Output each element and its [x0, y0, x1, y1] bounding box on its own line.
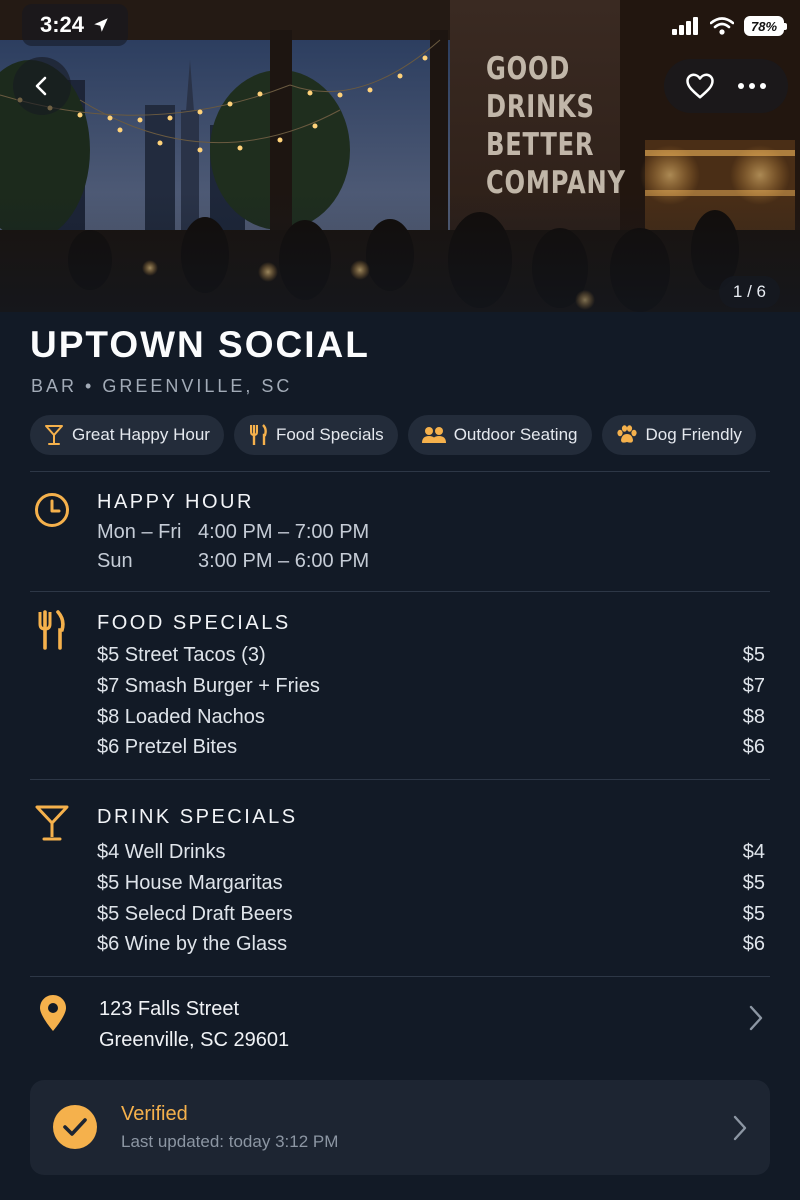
verified-title: Verified: [121, 1103, 188, 1125]
tag-label: Great Happy Hour: [72, 425, 210, 444]
happy-hour-title: HAPPY HOUR: [97, 491, 254, 513]
wall-sign-line: DRINKS: [486, 89, 595, 125]
tag-outdoor-seating[interactable]: Outdoor Seating: [407, 415, 592, 455]
item-price: $6: [742, 736, 765, 758]
item-name: $7 Smash Burger + Fries: [97, 675, 320, 697]
divider: [30, 976, 770, 977]
clock-icon: [35, 493, 69, 527]
status-time: 3:24: [40, 12, 85, 37]
item-price: $5: [742, 903, 765, 925]
martini-icon: [35, 805, 69, 841]
happy-hour-times: 4:00 PM – 7:00 PM: [198, 521, 370, 543]
item-name: $5 Selecd Draft Beers: [97, 903, 293, 925]
address-link[interactable]: 123 Falls Street Greenville, SC 29601: [99, 994, 289, 1056]
divider: [30, 471, 770, 472]
happy-hour-times: 3:00 PM – 6:00 PM: [198, 550, 370, 572]
favorite-button[interactable]: [676, 62, 724, 110]
food-special-item: $5 Street Tacos (3) $5: [97, 644, 765, 667]
drink-special-item: $4 Well Drinks $4: [97, 841, 765, 864]
drink-special-item: $5 Selecd Draft Beers $5: [97, 903, 765, 926]
venue-subtitle: BAR • GREENVILLE, SC: [31, 376, 293, 396]
status-bar: 3:24 78%: [0, 0, 800, 50]
item-price: $4: [742, 841, 765, 863]
wall-sign-line: BETTER: [486, 127, 595, 163]
tag-food-specials[interactable]: Food Specials: [233, 415, 398, 455]
item-price: $8: [742, 706, 765, 728]
cellular-signal-icon: [672, 17, 698, 35]
food-special-item: $6 Pretzel Bites $6: [97, 736, 765, 759]
item-price: $7: [742, 675, 765, 697]
item-name: $5 House Margaritas: [97, 872, 283, 894]
tag-label: Food Specials: [275, 425, 384, 444]
chevron-right-icon[interactable]: [748, 1004, 764, 1032]
tag-label: Outdoor Seating: [453, 425, 578, 444]
hero-shade: [0, 192, 800, 312]
verified-card[interactable]: Verified Last updated: today 3:12 PM: [30, 1080, 770, 1175]
more-options-button[interactable]: [728, 62, 776, 110]
chevron-right-icon: [733, 1115, 747, 1141]
photo-counter: 1 / 6: [718, 276, 780, 308]
item-price: $5: [742, 644, 765, 666]
happy-hour-row: Sun 3:00 PM – 6:00 PM: [97, 550, 369, 573]
happy-hour-days: Sun: [97, 550, 133, 572]
happy-hour-row: Mon – Fri 4:00 PM – 7:00 PM: [97, 521, 369, 544]
item-price: $6: [742, 933, 765, 955]
map-pin-icon: [40, 995, 66, 1031]
food-specials-title: FOOD SPECIALS: [97, 612, 291, 634]
address-line1: 123 Falls Street: [99, 998, 240, 1020]
heart-icon: [686, 73, 714, 99]
more-dots-icon: [738, 83, 766, 89]
item-name: $8 Loaded Nachos: [97, 706, 265, 728]
wall-sign-line: GOOD: [486, 51, 571, 87]
item-name: $4 Well Drinks: [97, 841, 226, 863]
back-button[interactable]: [13, 57, 71, 115]
martini-icon: [45, 425, 63, 445]
utensils-icon: [249, 424, 267, 445]
drink-special-item: $6 Wine by the Glass $6: [97, 933, 765, 956]
checkmark-icon: [63, 1118, 87, 1136]
drink-special-item: $5 House Margaritas $5: [97, 872, 765, 895]
status-time-pill: 3:24: [22, 4, 129, 46]
item-price: $5: [742, 872, 765, 894]
tag-label: Dog Friendly: [645, 425, 742, 444]
tag-dog-friendly[interactable]: Dog Friendly: [601, 415, 756, 455]
drink-specials-title: DRINK SPECIALS: [97, 806, 298, 828]
happy-hour-days: Mon – Fri: [97, 521, 182, 543]
utensils-icon: [38, 610, 65, 650]
food-special-item: $8 Loaded Nachos $8: [97, 706, 765, 729]
item-name: $6 Pretzel Bites: [97, 736, 238, 758]
address-line2: Greenville, SC 29601: [99, 1029, 290, 1051]
chevron-left-icon: [35, 76, 47, 96]
tag-great-happy-hour[interactable]: Great Happy Hour: [30, 415, 224, 455]
food-special-item: $7 Smash Burger + Fries $7: [97, 675, 765, 698]
item-name: $5 Street Tacos (3): [97, 644, 266, 666]
paw-icon: [616, 425, 637, 443]
feature-tags: Great Happy Hour Food Specials Outdoor S…: [30, 415, 756, 455]
divider: [30, 779, 770, 780]
hero-actions: [664, 59, 788, 113]
venue-name: UPTOWN SOCIAL: [30, 324, 370, 365]
item-name: $6 Wine by the Glass: [97, 933, 288, 955]
wall-sign: GOOD DRINKS BETTER COMPANY: [486, 50, 626, 202]
status-indicators: 78%: [672, 10, 787, 42]
hero-photo[interactable]: GOOD DRINKS BETTER COMPANY 3:24 78% 1 / …: [0, 0, 800, 312]
divider: [30, 591, 770, 592]
battery-indicator: 78%: [744, 16, 787, 36]
check-circle-icon: [53, 1105, 97, 1149]
last-updated-text: Last updated: today 3:12 PM: [121, 1132, 339, 1151]
wifi-icon: [710, 17, 734, 35]
location-arrow-icon: [94, 18, 108, 32]
people-icon: [421, 427, 446, 443]
